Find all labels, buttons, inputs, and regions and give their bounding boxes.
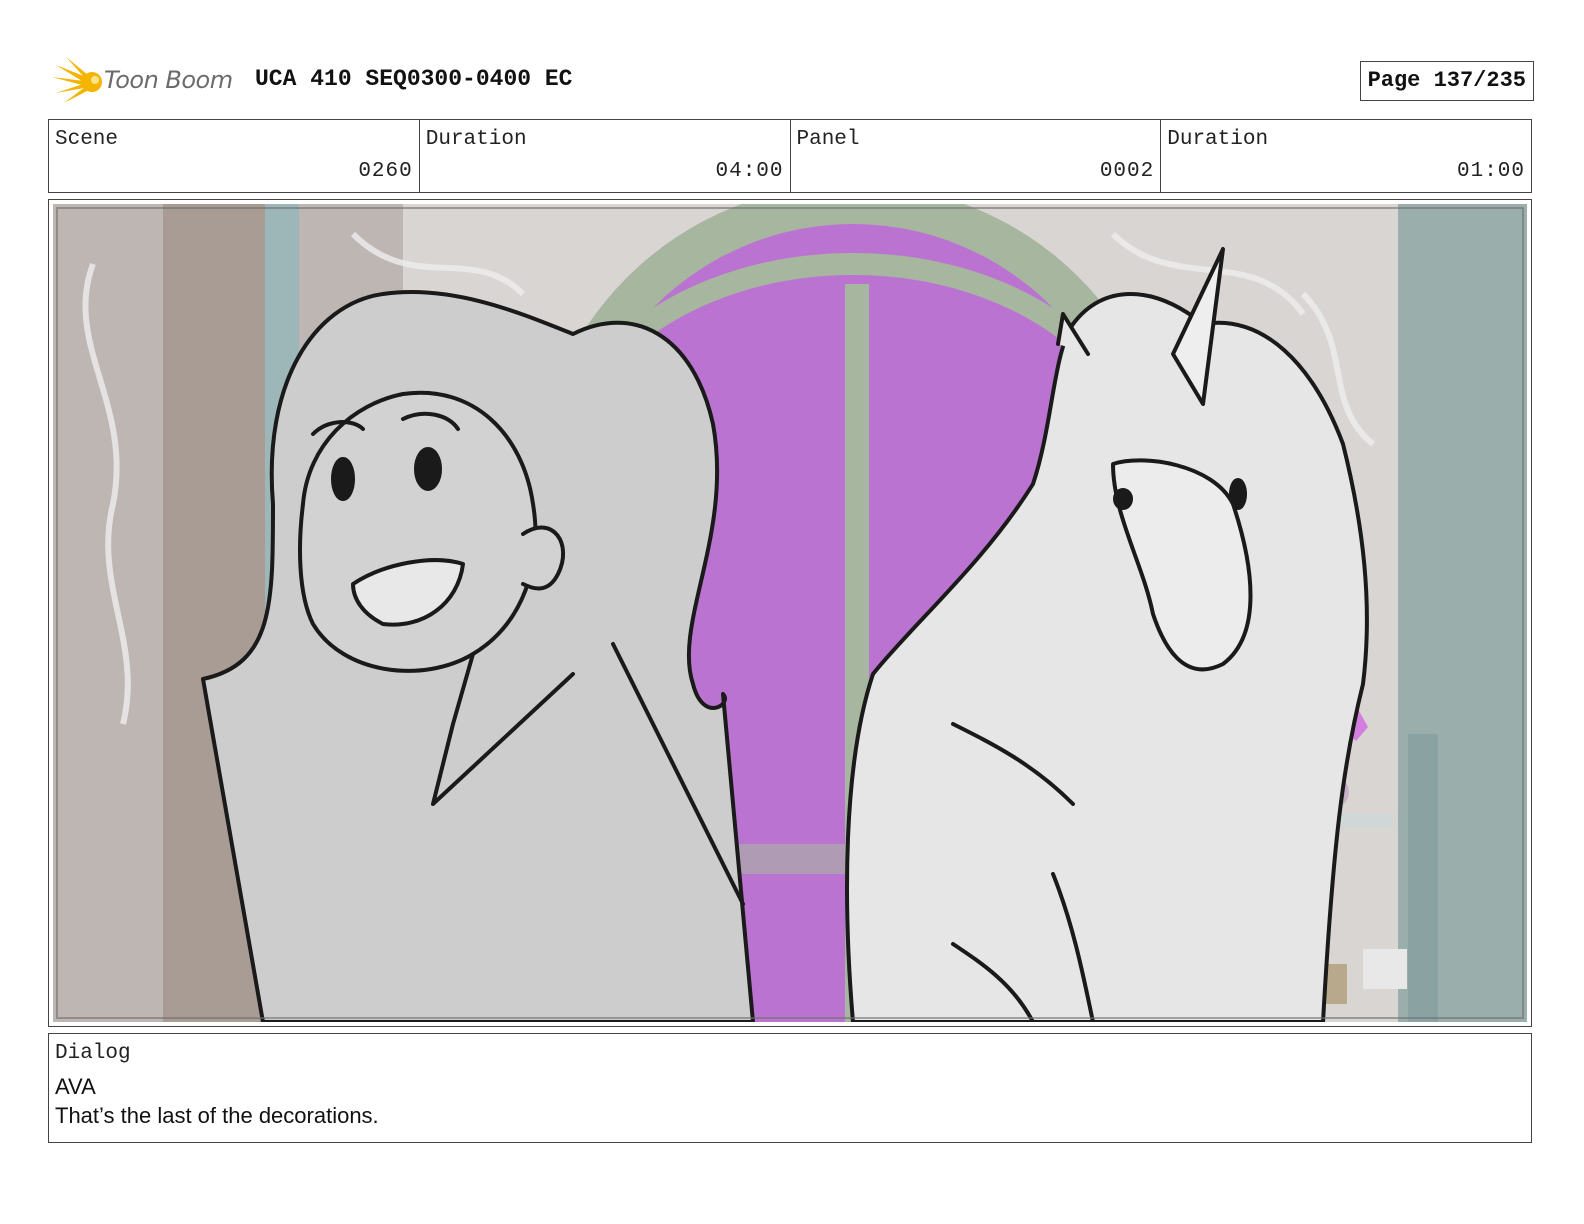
page-header: Toon Boom UCA 410 SEQ0300-0400 EC Page 1… [52, 55, 1534, 105]
storyboard-sketch-icon [53, 204, 1527, 1022]
scene-label: Scene [55, 128, 119, 151]
dialog-speaker: AVA [55, 1074, 96, 1099]
panel-duration-cell: Duration 01:00 [1161, 120, 1531, 192]
scene-cell: Scene 0260 [49, 120, 420, 192]
scene-info-table: Scene 0260 Duration 04:00 Panel 0002 Dur… [48, 119, 1532, 193]
dialog-line: That’s the last of the decorations. [55, 1103, 379, 1128]
toon-boom-logo: Toon Boom [52, 55, 242, 107]
scene-duration-cell: Duration 04:00 [420, 120, 791, 192]
scene-duration-value: 04:00 [715, 160, 784, 183]
document-title: UCA 410 SEQ0300-0400 EC [255, 66, 573, 92]
dialog-box: Dialog AVA That’s the last of the decora… [48, 1033, 1532, 1143]
panel-value: 0002 [1099, 160, 1155, 183]
scene-value: 0260 [358, 160, 413, 183]
storyboard-panel-image [53, 204, 1527, 1022]
dialog-label: Dialog [55, 1042, 131, 1065]
panel-duration-value: 01:00 [1456, 160, 1525, 183]
page-number: Page 137/235 [1359, 61, 1534, 101]
scene-duration-label: Duration [425, 128, 527, 151]
panel-duration-label: Duration [1167, 128, 1269, 151]
starburst-logo-icon [52, 57, 102, 103]
logo-wordmark: Toon Boom [104, 66, 233, 94]
panel-cell: Panel 0002 [791, 120, 1162, 192]
panel-label: Panel [796, 128, 860, 151]
storyboard-panel-frame [48, 199, 1532, 1027]
